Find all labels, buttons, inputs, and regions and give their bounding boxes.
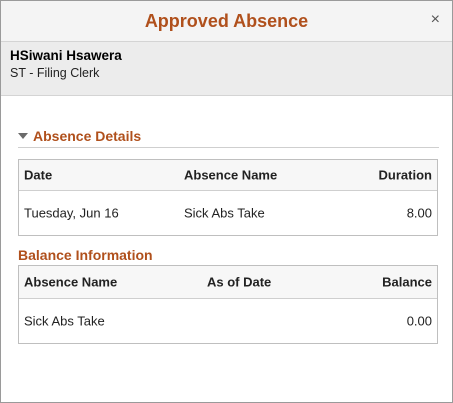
dialog-title: Approved Absence — [144, 11, 309, 31]
close-icon[interactable]: × — [431, 12, 440, 28]
column-header-balance: Balance — [382, 274, 432, 290]
cell-absence-name: Sick Abs Take — [184, 205, 265, 221]
column-header-absence-name: Absence Name — [184, 167, 278, 183]
triangle-down-icon[interactable] — [18, 133, 28, 139]
balance-information-header-row: Absence Name As of Date Balance — [19, 266, 437, 299]
section-divider — [18, 147, 439, 148]
balance-information-heading: Balance Information — [18, 247, 153, 263]
column-header-as-of-date: As of Date — [207, 274, 272, 290]
cell-balance: 0.00 — [406, 313, 432, 329]
table-row: Sick Abs Take 0.00 — [19, 299, 437, 343]
absence-details-heading: Absence Details — [33, 128, 142, 144]
approved-absence-dialog: Approved Absence × HSiwani Hsawera ST - … — [0, 0, 453, 403]
employee-name: HSiwani Hsawera — [10, 48, 122, 63]
cell-date: Tuesday, Jun 16 — [24, 205, 119, 221]
table-row: Tuesday, Jun 16 Sick Abs Take 8.00 — [19, 191, 437, 235]
absence-details-grid: Date Absence Name Duration Tuesday, Jun … — [18, 159, 438, 236]
column-header-duration: Duration — [378, 167, 432, 183]
cell-absence-name: Sick Abs Take — [24, 313, 105, 329]
balance-information-section: Balance Information — [18, 247, 153, 263]
dialog-titlebar: Approved Absence × — [1, 1, 452, 42]
absence-details-toggle[interactable]: Absence Details — [18, 128, 141, 144]
column-header-absence-name: Absence Name — [24, 274, 118, 290]
employee-header: HSiwani Hsawera ST - Filing Clerk — [1, 42, 452, 96]
column-header-date: Date — [24, 167, 53, 183]
cell-duration: 8.00 — [406, 205, 432, 221]
balance-information-grid: Absence Name As of Date Balance Sick Abs… — [18, 265, 438, 344]
employee-job-title: ST - Filing Clerk — [10, 66, 100, 80]
absence-details-header-row: Date Absence Name Duration — [19, 160, 437, 191]
